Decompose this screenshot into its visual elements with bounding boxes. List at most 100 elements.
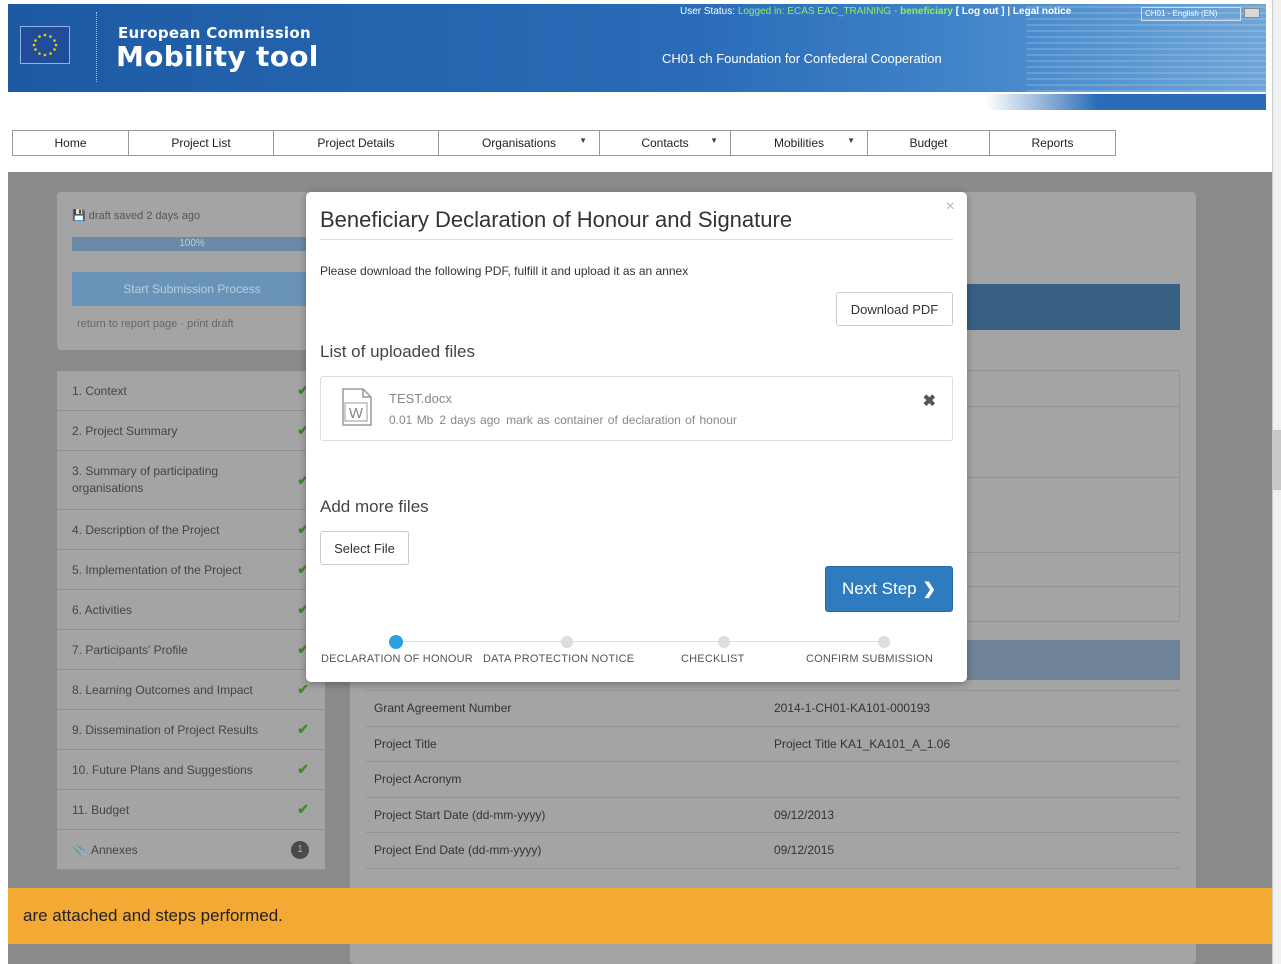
close-icon[interactable]: ×: [946, 198, 955, 216]
info-value: Project Title KA1_KA101_A_1.06: [774, 736, 951, 751]
save-icon: 💾: [72, 210, 86, 222]
panel-row: [966, 477, 1180, 552]
report-steps-list: 1. Context ✔ 2. Project Summary ✔ 3. Summa…: [57, 371, 325, 870]
nav-contacts[interactable]: Contacts ▼: [600, 131, 731, 155]
return-to-report-link[interactable]: return to report page: [77, 318, 177, 330]
next-step-label: Next Step: [841, 579, 917, 598]
info-key: Project Start Date (dd-mm-yyyy): [374, 807, 546, 822]
download-pdf-button[interactable]: Download PDF: [836, 292, 953, 326]
window-minimize-icon[interactable]: [1244, 8, 1260, 18]
nav-budget[interactable]: Budget: [868, 131, 990, 155]
main-nav: Home Project List Project Details Organi…: [12, 130, 1116, 156]
check-icon: ✔: [297, 681, 309, 697]
step-label: 5. Implementation of the Project: [72, 562, 242, 577]
word-document-icon: W: [342, 388, 372, 426]
print-draft-link[interactable]: print draft: [187, 318, 233, 330]
nav-mobilities[interactable]: Mobilities ▼: [731, 131, 868, 155]
wizard-step-dot[interactable]: [718, 636, 730, 648]
step-future-plans[interactable]: 10. Future Plans and Suggestions ✔: [57, 750, 325, 790]
step-label: 11. Budget: [72, 802, 130, 817]
status-value: Logged in: ECAS EAC_TRAINING -: [737, 6, 901, 17]
annexes-count-badge: 1: [291, 840, 309, 859]
panel-header-band: [940, 284, 1180, 330]
start-submission-button[interactable]: Start Submission Process: [72, 272, 312, 306]
check-icon: ✔: [297, 801, 309, 817]
wizard-track: [396, 641, 886, 642]
app-header: European Commission Mobility tool CH01 c…: [8, 4, 1266, 92]
header-divider: [96, 12, 97, 82]
remove-file-icon[interactable]: ✖: [923, 391, 936, 411]
nav-project-details[interactable]: Project Details: [274, 131, 439, 155]
nav-label: Reports: [1031, 136, 1074, 150]
step-annexes[interactable]: 📎 Annexes 1: [57, 830, 325, 870]
step-label: 2. Project Summary: [72, 423, 178, 438]
panel-row: [966, 406, 1180, 477]
wizard-step-dot[interactable]: [878, 636, 890, 648]
panel-row: [966, 552, 1180, 586]
subbar-strip: [986, 94, 1266, 110]
submission-wizard: DECLARATION OF HONOUR DATA PROTECTION NO…: [320, 632, 953, 672]
step-budget[interactable]: 11. Budget ✔: [57, 790, 325, 830]
status-label: User Status:: [680, 6, 736, 17]
wizard-step-label: CHECKLIST: [681, 653, 745, 665]
step-activities[interactable]: 6. Activities ✔: [57, 590, 325, 630]
uploaded-file-item: W TEST.docx 0.01 Mb 2 days ago mark as con…: [320, 376, 953, 441]
nav-project-list[interactable]: Project List: [129, 131, 274, 155]
step-learning-outcomes[interactable]: 8. Learning Outcomes and Impact ✔: [57, 670, 325, 710]
modal-divider: [320, 239, 953, 240]
file-name[interactable]: TEST.docx: [389, 391, 452, 406]
add-files-heading: Add more files: [320, 497, 429, 516]
table-row: Project Start Date (dd-mm-yyyy) 09/12/201…: [366, 798, 1180, 833]
info-key: Project End Date (dd-mm-yyyy): [374, 843, 542, 858]
progress-bar: 100%: [72, 237, 312, 251]
step-participants-profile[interactable]: 7. Participants' Profile ✔: [57, 630, 325, 670]
next-step-button[interactable]: Next Step ❯: [825, 566, 953, 612]
nav-label: Budget: [909, 136, 948, 150]
step-organisations-summary[interactable]: 3. Summary of participating organisation…: [57, 451, 325, 510]
step-label: 10. Future Plans and Suggestions: [72, 762, 253, 777]
status-role: beneficiary: [900, 6, 953, 17]
file-meta: 0.01 Mb 2 days ago mark as container of de…: [389, 413, 743, 427]
modal-description: Please download the following PDF, fulfi…: [320, 264, 689, 278]
nav-home[interactable]: Home: [13, 131, 129, 155]
step-label: 1. Context: [72, 383, 127, 398]
notification-banner: are attached and steps performed.: [8, 888, 1281, 944]
draft-status: 💾 draft saved 2 days ago: [72, 209, 200, 222]
select-file-button[interactable]: Select File: [320, 531, 409, 565]
info-key: Grant Agreement Number: [374, 701, 512, 716]
table-row: Project End Date (dd-mm-yyyy) 09/12/2015: [366, 833, 1180, 869]
nav-organisations[interactable]: Organisations ▼: [439, 131, 600, 155]
check-icon: ✔: [297, 761, 309, 777]
nav-label: Organisations: [481, 136, 557, 150]
wizard-step-dot-active[interactable]: [389, 635, 403, 649]
table-row: Grant Agreement Number 2014-1-CH01-KA101-…: [366, 691, 1180, 727]
scrollbar-thumb[interactable]: [1272, 430, 1281, 490]
legal-notice-link[interactable]: | Legal notice: [1007, 6, 1071, 17]
step-label: 3. Summary of participating organisation…: [72, 464, 219, 495]
modal-title: Beneficiary Declaration of Honour and Si…: [320, 207, 793, 232]
panel-row: [966, 370, 1180, 406]
chevron-right-icon: ❯: [922, 581, 937, 598]
app-title: Mobility tool: [116, 40, 319, 73]
step-label: Annexes: [90, 842, 138, 857]
step-label: 8. Learning Outcomes and Impact: [72, 682, 253, 697]
step-context[interactable]: 1. Context ✔: [57, 371, 325, 411]
eu-flag-logo: [20, 26, 70, 64]
logout-link[interactable]: [ Log out ]: [956, 6, 1005, 17]
wizard-step-dot[interactable]: [561, 636, 573, 648]
nav-reports[interactable]: Reports: [990, 131, 1115, 155]
step-implementation[interactable]: 5. Implementation of the Project ✔: [57, 550, 325, 590]
panel-rows: [966, 370, 1180, 622]
organisation-name: CH01 ch Foundation for Confederal Cooper…: [662, 51, 942, 66]
step-dissemination[interactable]: 9. Dissemination of Project Results ✔: [57, 710, 325, 750]
wizard-step-label: CONFIRM SUBMISSION: [806, 653, 934, 665]
step-description[interactable]: 4. Description of the Project ✔: [57, 510, 325, 550]
info-value: 09/12/2013: [774, 807, 835, 822]
header-subbar: [8, 92, 1266, 124]
wizard-step-label: DATA PROTECTION NOTICE: [483, 653, 635, 665]
nav-label: Project List: [171, 136, 231, 150]
language-select[interactable]: CH01 - English (EN): [1141, 7, 1241, 21]
step-project-summary[interactable]: 2. Project Summary ✔: [57, 411, 325, 451]
nav-label: Mobilities: [773, 136, 824, 150]
mark-declaration-link[interactable]: mark as container of declaration of hono…: [506, 413, 737, 427]
